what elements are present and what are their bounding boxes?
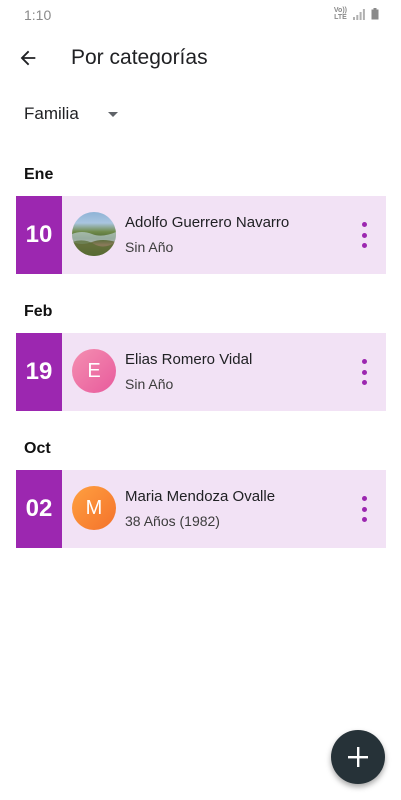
day-badge: 02: [16, 470, 62, 548]
app-bar: Por categorías: [0, 32, 401, 84]
volte-icon: Vo)) LTE: [333, 7, 347, 21]
more-options-icon[interactable]: [356, 222, 372, 248]
person-age: Sin Año: [125, 376, 174, 392]
category-value: Familia: [24, 104, 79, 123]
status-icons: Vo)) LTE: [334, 7, 379, 21]
dropdown-arrow-icon: [107, 111, 118, 117]
avatar: E: [72, 349, 116, 393]
person-name: Adolfo Guerrero Navarro: [125, 214, 290, 231]
signal-icon: [353, 8, 365, 20]
birthday-card[interactable]: 10 Adolfo Guerrero Navarro Sin Año: [16, 196, 386, 274]
back-button[interactable]: [12, 42, 44, 74]
birthday-card[interactable]: 02 M Maria Mendoza Ovalle 38 Años (1982): [16, 470, 386, 548]
add-icon: [348, 747, 368, 767]
page-title: Por categorías: [71, 46, 208, 69]
person-name: Maria Mendoza Ovalle: [125, 488, 276, 505]
photo-avatar-icon: [72, 232, 116, 256]
month-header: Oct: [24, 440, 51, 457]
battery-icon: [371, 8, 379, 20]
person-name: Elias Romero Vidal: [125, 351, 253, 368]
arrow-back-icon: [20, 50, 36, 66]
category-dropdown[interactable]: Familia: [24, 104, 118, 124]
day-badge: 19: [16, 333, 62, 411]
month-header: Feb: [24, 303, 53, 320]
status-time: 1:10: [24, 7, 52, 23]
more-options-icon[interactable]: [356, 496, 372, 522]
avatar: [72, 212, 116, 256]
add-button[interactable]: [331, 730, 385, 784]
month-header: Ene: [24, 166, 54, 183]
status-bar: 1:10 Vo)) LTE: [0, 0, 401, 30]
person-age: Sin Año: [125, 239, 174, 255]
day-badge: 10: [16, 196, 62, 274]
avatar: M: [72, 486, 116, 530]
birthday-card[interactable]: 19 E Elias Romero Vidal Sin Año: [16, 333, 386, 411]
person-age: 38 Años (1982): [125, 513, 220, 529]
more-options-icon[interactable]: [356, 359, 372, 385]
